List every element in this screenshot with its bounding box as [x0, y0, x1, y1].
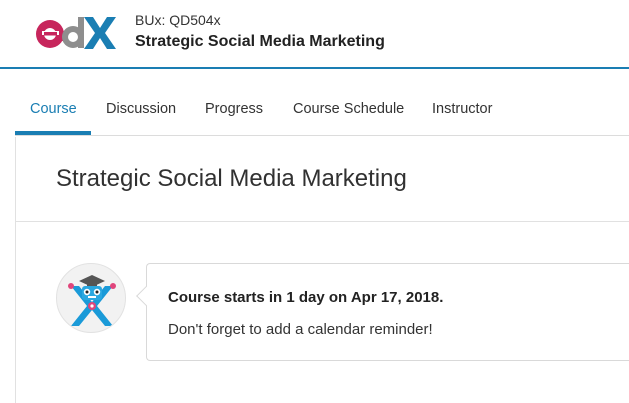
- course-org-number: BUx: QD504x: [135, 12, 221, 28]
- edx-logo[interactable]: [34, 13, 116, 53]
- active-tab-indicator: [15, 131, 91, 135]
- course-main-content: Strategic Social Media Marketing Course …: [15, 137, 629, 403]
- course-start-text: Course starts in 1 day on Apr 17, 2018.: [168, 289, 444, 306]
- message-pointer: [136, 286, 156, 306]
- course-tabs: Course Discussion Progress Course Schedu…: [15, 70, 629, 136]
- tab-course[interactable]: Course: [30, 101, 77, 117]
- header-accent-line: [0, 67, 629, 69]
- tab-progress[interactable]: Progress: [205, 101, 263, 117]
- tab-instructor[interactable]: Instructor: [432, 101, 492, 117]
- tab-discussion[interactable]: Discussion: [106, 101, 176, 117]
- course-start-message: Course starts in 1 day on Apr 17, 2018. …: [136, 263, 629, 361]
- calendar-reminder-text: Don't forget to add a calendar reminder!: [168, 321, 433, 338]
- page-title-section: Strategic Social Media Marketing: [16, 137, 629, 222]
- tab-course-schedule[interactable]: Course Schedule: [293, 101, 404, 117]
- avatar: [56, 263, 126, 333]
- site-header: BUx: QD504x Strategic Social Media Marke…: [0, 0, 629, 69]
- course-title-header: Strategic Social Media Marketing: [135, 33, 385, 50]
- page-title: Strategic Social Media Marketing: [56, 165, 407, 192]
- edx-robot-mascot-icon: [68, 275, 116, 326]
